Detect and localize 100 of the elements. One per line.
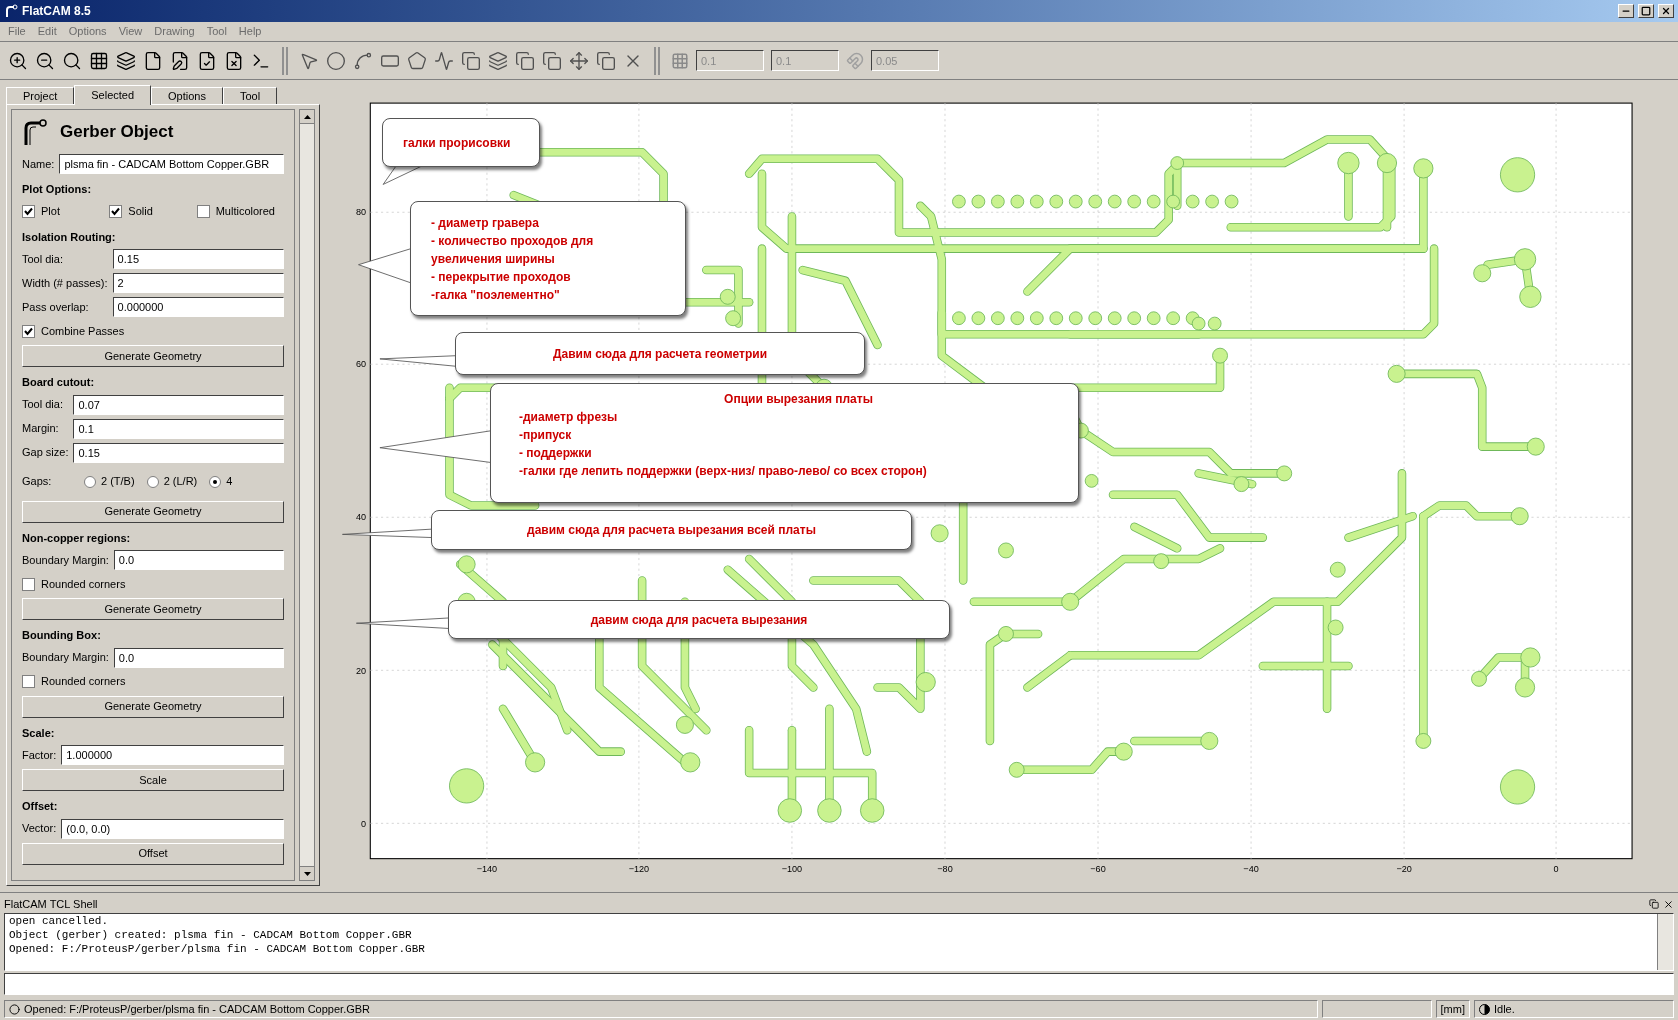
axis-tick-label: 0 — [360, 818, 366, 829]
gerber-object-icon — [22, 118, 48, 146]
toolbar-grip[interactable] — [654, 46, 660, 75]
menu-item[interactable]: Drawing — [154, 23, 195, 40]
generate-button[interactable]: Scale — [22, 769, 284, 791]
section-heading: Offset: — [22, 799, 59, 814]
input-field[interactable]: (0.0, 0.0) — [61, 818, 284, 839]
callout-text: - перекрытие проходов — [431, 268, 571, 286]
tab[interactable]: Options — [151, 87, 223, 104]
tab[interactable]: Project — [6, 87, 75, 104]
polygon-icon[interactable] — [407, 50, 427, 71]
zoom-icon[interactable] — [62, 50, 82, 71]
callout-text: давим сюда для расчета вырезания всей платы — [527, 522, 816, 539]
callout-text: -диаметр фрезы — [519, 409, 618, 426]
tab[interactable]: Tool — [223, 87, 278, 104]
callout-text: - количество проходов для — [431, 232, 594, 250]
tab[interactable]: Selected — [74, 85, 152, 105]
document-ok-icon[interactable] — [197, 50, 217, 71]
callout-text: давим сюда для расчета вырезания — [590, 611, 808, 629]
section-heading: Plot Options: — [22, 182, 93, 197]
generate-button[interactable]: Generate Geometry — [22, 598, 284, 620]
scroll-down-icon[interactable] — [303, 871, 311, 876]
restore-icon[interactable] — [1649, 899, 1659, 909]
input-field[interactable]: 0.0 — [113, 550, 284, 570]
axis-tick-label: −40 — [1243, 863, 1259, 874]
field-label: Vector: — [22, 821, 57, 837]
menu-item[interactable]: Options — [68, 23, 107, 40]
checkbox[interactable] — [22, 205, 35, 218]
menu-item[interactable]: File — [8, 23, 26, 40]
input-field[interactable]: 0.1 — [73, 418, 284, 439]
close-button[interactable] — [1658, 4, 1674, 18]
scrollbar[interactable] — [299, 109, 315, 881]
layers-icon[interactable] — [116, 50, 136, 71]
checkbox[interactable] — [22, 675, 35, 688]
field-label: Name: — [22, 156, 55, 172]
window-title: FlatCAM 8.5 — [22, 3, 91, 20]
close-icon[interactable] — [1663, 898, 1674, 910]
checkbox[interactable] — [22, 324, 35, 338]
panel-title: Gerber Object — [60, 121, 174, 144]
callout-text: -припуск — [519, 427, 572, 444]
arc-icon[interactable] — [353, 50, 373, 71]
section-heading: Isolation Routing: — [22, 229, 117, 245]
menu-item[interactable]: Help — [238, 23, 262, 40]
document-delete-icon[interactable] — [224, 50, 244, 71]
checkbox[interactable] — [196, 205, 210, 218]
radio-button[interactable] — [146, 475, 159, 488]
copy-icon[interactable] — [515, 50, 535, 71]
field-label: Tool dia: — [22, 251, 64, 267]
input-field[interactable]: 0.07 — [73, 394, 284, 415]
field-label: Pass overlap: — [22, 299, 90, 315]
radio-label: 2 (L/R) — [163, 474, 198, 490]
grid-icon[interactable] — [89, 50, 109, 71]
close-icon — [1661, 6, 1671, 16]
section-heading: Board cutout: — [22, 375, 96, 390]
move-icon[interactable] — [569, 50, 589, 71]
axis-tick-label: 60 — [355, 359, 366, 370]
zoom-in-icon[interactable] — [8, 50, 28, 71]
input-field[interactable]: 0.15 — [73, 442, 284, 463]
axis-tick-label: −60 — [1090, 863, 1106, 874]
menu-item[interactable]: Tool — [206, 23, 227, 40]
checkbox-label: Solid — [128, 204, 153, 220]
path-icon[interactable] — [434, 50, 454, 71]
maximize-button[interactable] — [1638, 4, 1654, 18]
zoom-out-icon[interactable] — [35, 50, 55, 71]
radio-button[interactable] — [84, 475, 96, 488]
axis-tick-label: −80 — [937, 863, 953, 874]
menu-item[interactable]: View — [118, 23, 143, 40]
menu-item[interactable]: Edit — [37, 23, 57, 40]
toolbar-grip[interactable] — [282, 46, 288, 75]
radio-button[interactable] — [209, 475, 222, 488]
shell-line: Object (gerber) created: plsma fin - CADCAM Bottom Copper.GBR — [9, 928, 413, 942]
edit-file-icon[interactable] — [170, 50, 190, 71]
units-label: [mm] — [1435, 1000, 1470, 1018]
generate-button[interactable]: Generate Geometry — [22, 695, 284, 718]
input-field[interactable]: 0.0 — [113, 647, 284, 668]
new-file-icon[interactable] — [143, 50, 163, 71]
circle-icon[interactable] — [326, 50, 346, 71]
field-label: Margin: — [22, 421, 60, 437]
input-field[interactable]: 0.000000 — [112, 297, 284, 317]
generate-button[interactable]: Generate Geometry — [22, 345, 284, 367]
callout-text: галки прорисовки — [403, 134, 511, 152]
input-field[interactable]: 2 — [112, 273, 284, 293]
field-label: Width (# passes): — [22, 275, 108, 291]
radio-label: 2 (T/B) — [101, 474, 135, 490]
input-field[interactable]: 1.000000 — [61, 745, 284, 765]
shell-input[interactable] — [4, 973, 1674, 995]
scroll-up-icon[interactable] — [303, 114, 311, 119]
generate-button[interactable]: Offset — [22, 842, 284, 865]
input-field[interactable]: 0.15 — [112, 249, 284, 269]
generate-button[interactable]: Generate Geometry — [22, 500, 284, 523]
callout-text: увеличения ширины — [431, 250, 555, 268]
app-logo-icon — [4, 4, 18, 18]
checkbox[interactable] — [22, 577, 35, 591]
minimize-button[interactable] — [1618, 4, 1634, 18]
section-heading: Scale: — [22, 725, 56, 741]
field-label: Gaps: — [22, 474, 53, 490]
checkbox[interactable] — [109, 205, 123, 218]
checkbox-label: Rounded corners — [41, 576, 126, 592]
input-field[interactable]: plsma fin - CADCAM Bottom Copper.GBR — [59, 154, 284, 174]
scrollbar[interactable] — [1657, 914, 1673, 970]
